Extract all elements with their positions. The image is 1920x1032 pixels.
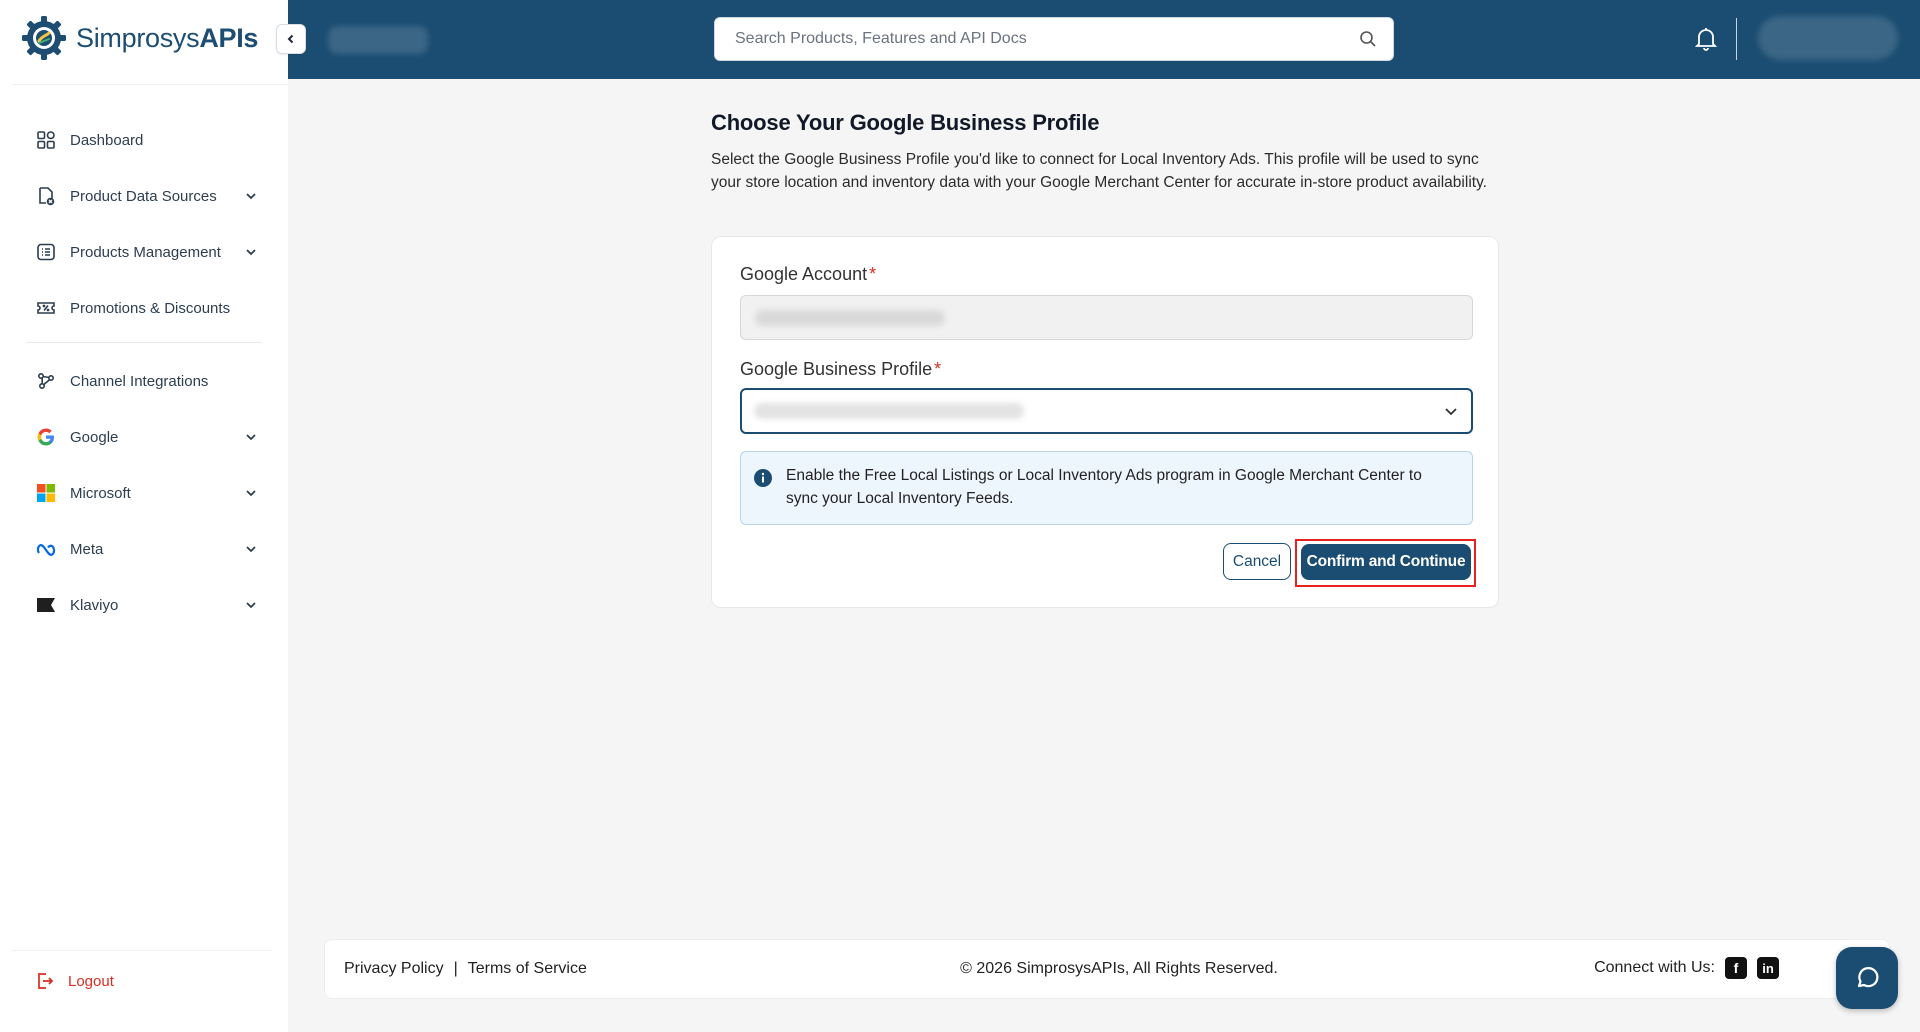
search-bar — [714, 17, 1394, 61]
confirm-and-continue-button[interactable]: Confirm and Continue — [1301, 544, 1471, 580]
sidebar: SimprosysAPIs Dashboard Product Data Sou… — [0, 0, 288, 1032]
sidebar-item-label: Channel Integrations — [70, 372, 209, 390]
sidebar-item-google[interactable]: Google — [0, 409, 288, 465]
sidebar-item-microsoft[interactable]: Microsoft — [0, 465, 288, 521]
profile-selection-card: Google Account * Google Business Profile *… — [711, 236, 1499, 608]
bell-icon[interactable] — [1694, 26, 1718, 52]
info-notice: Enable the Free Local Listings or Local … — [740, 451, 1473, 525]
logout-icon — [38, 973, 54, 989]
social-links: Connect with Us: f in — [1594, 957, 1779, 979]
header-divider — [1736, 18, 1737, 60]
linkedin-icon[interactable]: in — [1757, 957, 1779, 979]
meta-icon — [36, 539, 56, 559]
sidebar-nav: Dashboard Product Data Sources Products … — [0, 112, 288, 633]
sidebar-item-product-data-sources[interactable]: Product Data Sources — [0, 168, 288, 224]
page-header: Choose Your Google Business Profile Sele… — [711, 110, 1499, 194]
sidebar-item-products-management[interactable]: Products Management — [0, 224, 288, 280]
facebook-icon[interactable]: f — [1725, 957, 1747, 979]
dashboard-icon — [36, 130, 56, 150]
chevron-down-icon[interactable] — [1443, 403, 1459, 419]
page-description: Select the Google Business Profile you'd… — [711, 151, 1487, 191]
sidebar-item-label: Google — [70, 428, 119, 446]
chevron-down-icon[interactable] — [244, 430, 258, 444]
business-profile-label: Google Business Profile * — [740, 359, 942, 379]
sidebar-item-dashboard[interactable]: Dashboard — [0, 112, 288, 168]
chevron-down-icon[interactable] — [244, 486, 258, 500]
top-header — [288, 0, 1920, 79]
sidebar-item-promotions-discounts[interactable]: Promotions & Discounts — [0, 280, 288, 336]
business-profile-select[interactable] — [740, 388, 1473, 434]
required-marker: * — [869, 264, 877, 284]
sidebar-collapse-button[interactable] — [276, 24, 306, 54]
user-profile-menu[interactable] — [1758, 16, 1898, 60]
chevron-down-icon[interactable] — [244, 245, 258, 259]
sidebar-item-label: Products Management — [70, 243, 221, 261]
notice-text: Enable the Free Local Listings or Local … — [786, 467, 1422, 507]
chevron-left-icon — [287, 34, 294, 44]
list-icon — [36, 242, 56, 262]
business-profile-value-redacted — [754, 403, 1024, 419]
logout-divider — [12, 950, 272, 951]
search-icon[interactable] — [1359, 30, 1377, 48]
data-sources-icon — [36, 186, 56, 206]
klaviyo-icon — [36, 595, 56, 615]
sidebar-item-label: Klaviyo — [70, 596, 119, 614]
connect-label: Connect with Us: — [1594, 959, 1715, 976]
sidebar-item-label: Microsoft — [70, 484, 131, 502]
google-icon — [36, 427, 56, 447]
sidebar-item-klaviyo[interactable]: Klaviyo — [0, 577, 288, 633]
sidebar-divider — [26, 342, 262, 343]
logo-gear-icon — [22, 16, 66, 60]
sidebar-item-label: Meta — [70, 540, 104, 558]
sidebar-item-label: Product Data Sources — [70, 187, 217, 205]
sidebar-item-label: Dashboard — [70, 131, 144, 149]
footer: Privacy Policy | Terms of Service © 2026… — [324, 939, 1890, 999]
info-icon — [754, 469, 772, 487]
chevron-down-icon[interactable] — [244, 598, 258, 612]
integrations-icon — [36, 371, 56, 391]
sidebar-item-meta[interactable]: Meta — [0, 521, 288, 577]
logo-divider — [12, 84, 288, 85]
microsoft-icon — [36, 483, 56, 503]
cancel-button[interactable]: Cancel — [1223, 543, 1291, 580]
logo-text: SimprosysAPIs — [76, 22, 259, 53]
chevron-down-icon[interactable] — [244, 542, 258, 556]
app-logo[interactable]: SimprosysAPIs — [20, 14, 258, 62]
logout-button[interactable]: Logout — [36, 972, 114, 990]
logout-label: Logout — [68, 972, 114, 990]
store-selector[interactable] — [328, 26, 428, 54]
google-account-field — [740, 295, 1473, 340]
chevron-down-icon[interactable] — [244, 189, 258, 203]
sidebar-item-channel-integrations[interactable]: Channel Integrations — [0, 353, 288, 409]
sidebar-item-label: Promotions & Discounts — [70, 299, 231, 317]
page-title: Choose Your Google Business Profile — [711, 110, 1100, 135]
chat-bubble-icon — [1857, 967, 1879, 988]
google-account-label: Google Account * — [740, 264, 877, 284]
chat-widget-button[interactable] — [1836, 947, 1898, 1009]
required-marker: * — [934, 359, 942, 379]
coupon-icon — [36, 298, 56, 318]
search-input[interactable] — [735, 30, 1359, 48]
google-account-value-redacted — [755, 310, 945, 326]
